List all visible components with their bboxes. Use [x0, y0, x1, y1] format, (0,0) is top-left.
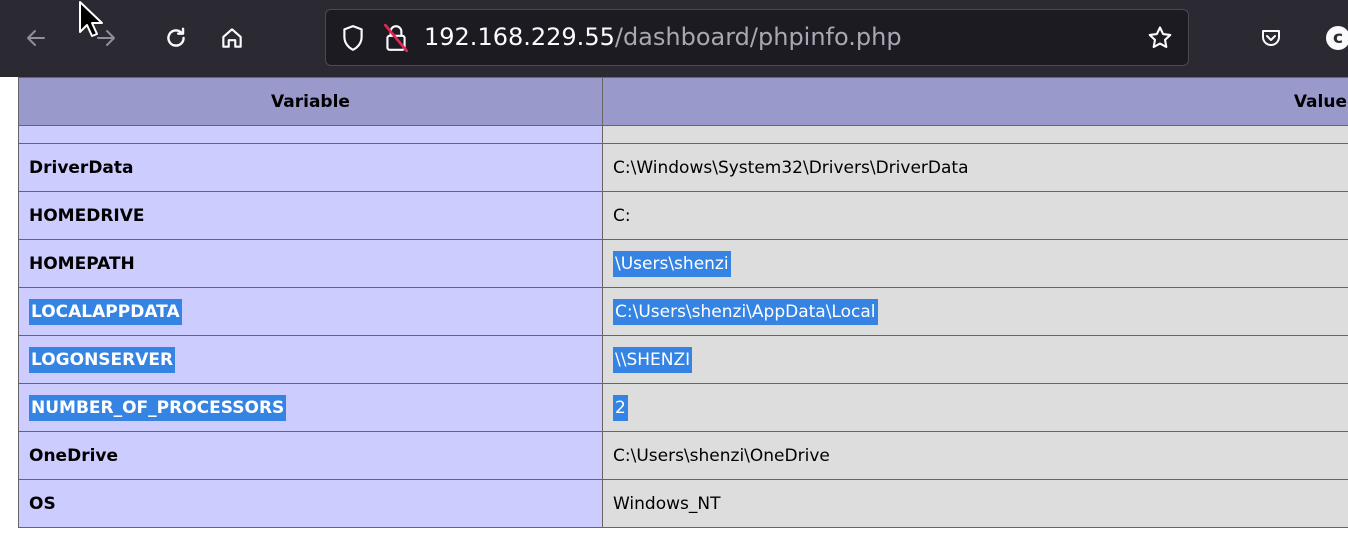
variable-value: Windows_NT — [613, 493, 721, 514]
variable-value-cell: 2 — [602, 383, 1348, 432]
star-icon[interactable] — [1146, 24, 1174, 56]
variable-name: DriverData — [29, 157, 134, 178]
table-row: DriverData C:\Windows\System32\Drivers\D… — [18, 143, 1348, 192]
variable-name-cell: NUMBER_OF_PROCESSORS — [18, 383, 603, 432]
table-row: LOCALAPPDATA C:\Users\shenzi\AppData\Loc… — [18, 287, 1348, 336]
table-row: OneDrive C:\Users\shenzi\OneDrive — [18, 431, 1348, 480]
url-bar[interactable]: 192.168.229.55/dashboard/phpinfo.php — [325, 9, 1189, 66]
table-row: HOMEDRIVE C: — [18, 191, 1348, 240]
variable-value-cell: Windows_NT — [602, 479, 1348, 528]
variable-name-cell: HOMEDRIVE — [18, 191, 603, 240]
account-avatar[interactable]: c — [1326, 26, 1348, 50]
variable-name: OneDrive — [29, 445, 119, 466]
variable-name-cell — [18, 125, 603, 144]
variable-value-cell: C:\Users\shenzi\AppData\Local — [602, 287, 1348, 336]
variable-name-cell: LOGONSERVER — [18, 335, 603, 384]
table-row: NUMBER_OF_PROCESSORS 2 — [18, 383, 1348, 432]
variable-value-cell: C:\Windows\System32\Drivers\DriverData — [602, 143, 1348, 192]
selected-variable-value: \\SHENZI — [613, 346, 693, 373]
variable-value: C:\Windows\System32\Drivers\DriverData — [613, 157, 969, 178]
variable-value-cell: \\SHENZI — [602, 335, 1348, 384]
table-row: HOMEPATH \Users\shenzi — [18, 239, 1348, 288]
url-path: /dashboard/phpinfo.php — [614, 23, 902, 51]
pocket-icon[interactable] — [1253, 20, 1289, 56]
url-host: 192.168.229.55 — [424, 23, 615, 51]
variable-name-cell: DriverData — [18, 143, 603, 192]
variable-value-cell: C:\Users\shenzi\OneDrive — [602, 431, 1348, 480]
selected-variable-value: \Users\shenzi — [613, 250, 731, 277]
table-row: LOGONSERVER \\SHENZI — [18, 335, 1348, 384]
variable-value-cell: \Users\shenzi — [602, 239, 1348, 288]
variable-name: OS — [29, 493, 56, 514]
reload-icon[interactable] — [158, 20, 194, 56]
variable-name-cell: LOCALAPPDATA — [18, 287, 603, 336]
variable-value: C:\Users\shenzi\OneDrive — [613, 445, 830, 466]
insecure-lock-icon[interactable] — [382, 23, 410, 57]
browser-toolbar: 192.168.229.55/dashboard/phpinfo.php c — [0, 0, 1348, 77]
column-header-variable: Variable — [18, 77, 603, 126]
url-text[interactable]: 192.168.229.55/dashboard/phpinfo.php — [424, 22, 902, 52]
column-header-value: Value — [602, 77, 1348, 126]
page-content: Variable Value DriverData C:\Windows\Sys… — [0, 77, 1348, 534]
arrow-left-icon[interactable] — [18, 20, 54, 56]
variable-value: C: — [613, 205, 631, 226]
selected-variable-value: 2 — [613, 394, 628, 421]
variable-name: HOMEDRIVE — [29, 205, 145, 226]
selected-variable-name: NUMBER_OF_PROCESSORS — [29, 394, 287, 421]
variable-name-cell: HOMEPATH — [18, 239, 603, 288]
variable-name-cell: OneDrive — [18, 431, 603, 480]
home-icon[interactable] — [214, 20, 250, 56]
table-row — [18, 125, 1348, 144]
selected-variable-name: LOGONSERVER — [29, 346, 176, 373]
environment-table: Variable Value DriverData C:\Windows\Sys… — [18, 77, 1348, 528]
selected-variable-value: C:\Users\shenzi\AppData\Local — [613, 298, 878, 325]
variable-value-cell — [602, 125, 1348, 144]
table-header-row: Variable Value — [18, 77, 1348, 126]
mouse-cursor-icon — [78, 0, 106, 44]
table-row: OS Windows_NT — [18, 479, 1348, 528]
variable-name: HOMEPATH — [29, 253, 135, 274]
selected-variable-name: LOCALAPPDATA — [29, 298, 182, 325]
shield-icon[interactable] — [340, 24, 366, 56]
variable-name-cell: OS — [18, 479, 603, 528]
variable-value-cell: C: — [602, 191, 1348, 240]
